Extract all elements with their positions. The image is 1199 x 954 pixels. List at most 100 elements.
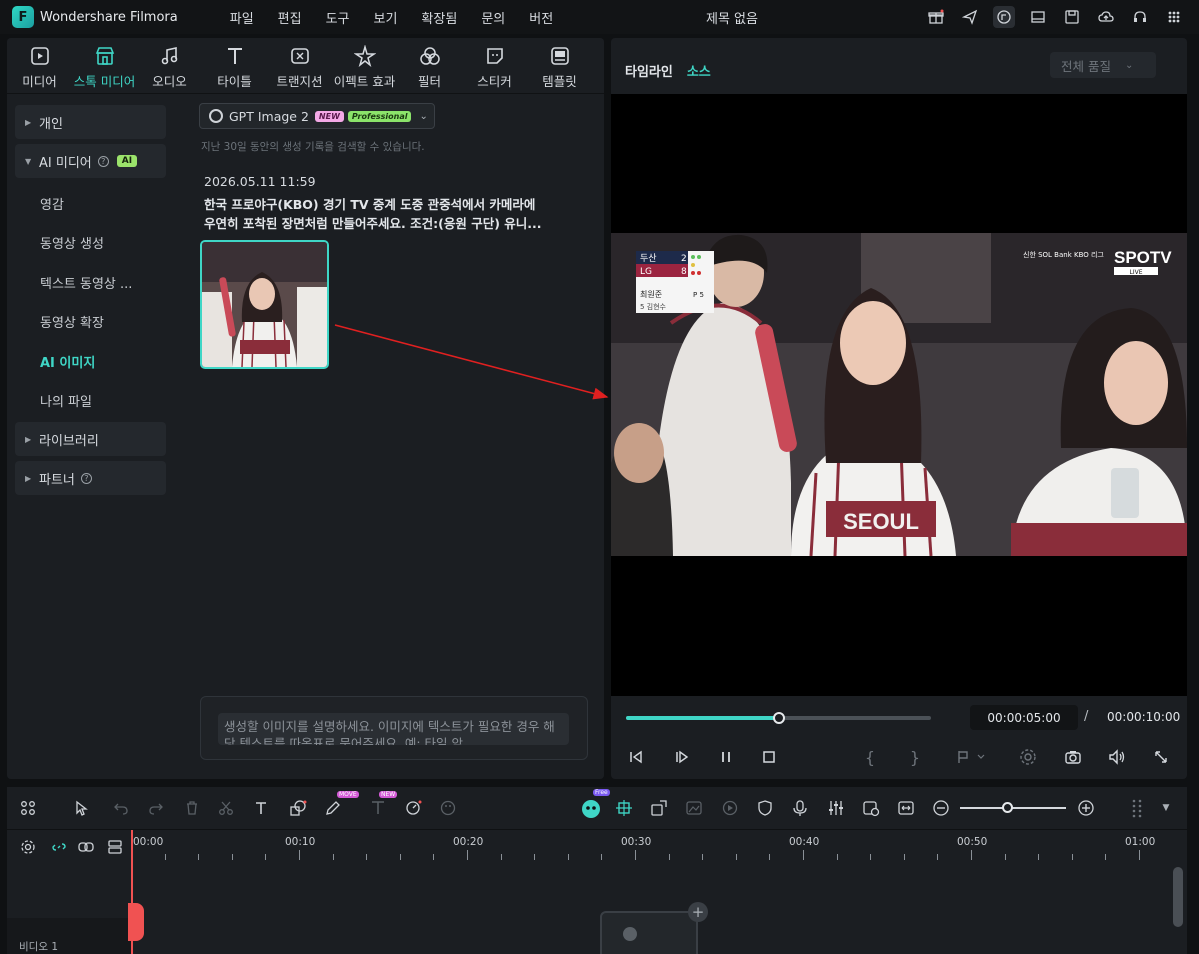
- broadcaster-logo: SPOTV: [1114, 248, 1172, 267]
- ruler-tick-mark: [971, 850, 972, 860]
- group-link-icon[interactable]: [75, 836, 97, 858]
- ruler-tick-mark: [803, 850, 804, 860]
- score-value1: 2: [681, 254, 687, 264]
- undo-icon[interactable]: [110, 797, 132, 819]
- preview-tabs: 타임라인 소스: [625, 61, 711, 80]
- ruler-tick-mark: [836, 854, 838, 860]
- ruler-tick-label: 00:20: [453, 836, 484, 848]
- video-viewer[interactable]: SEOUL 두산 2 LG 8 최원준 P 5 5 김현수 신한 SOL Ban…: [611, 94, 1187, 696]
- ruler-tick-mark: [366, 854, 368, 860]
- ai-speed-icon[interactable]: [402, 797, 424, 819]
- microphone-icon[interactable]: [789, 797, 811, 819]
- shield-mask-icon[interactable]: [754, 797, 776, 819]
- quality-label: 전체 품질: [1061, 58, 1111, 74]
- score-value2: 8: [681, 267, 687, 277]
- zoom-out-icon[interactable]: [930, 797, 952, 819]
- drop-media-icon: [623, 927, 637, 941]
- stop-button[interactable]: [757, 745, 781, 769]
- mark-in-button[interactable]: {: [858, 745, 882, 769]
- fit-width-icon[interactable]: [895, 797, 917, 819]
- add-media-plus-icon[interactable]: +: [688, 902, 708, 922]
- media-drop-target[interactable]: [600, 911, 698, 954]
- zoom-slider[interactable]: [960, 807, 1066, 809]
- quality-dropdown[interactable]: 전체 품질 ⌄: [1050, 52, 1156, 78]
- ruler-tick-mark: [567, 854, 569, 860]
- ai-voice-icon[interactable]: [860, 797, 882, 819]
- ruler-tick-mark: [870, 854, 872, 860]
- jersey-text: SEOUL: [843, 509, 919, 534]
- ruler-tick-label: 00:10: [285, 836, 316, 848]
- audio-mixer-icon[interactable]: [825, 797, 847, 819]
- ruler-tick-mark: [265, 854, 267, 860]
- track-manager-icon[interactable]: [104, 836, 126, 858]
- zoom-slider-handle[interactable]: [1002, 802, 1013, 813]
- playhead-handle[interactable]: [128, 903, 144, 941]
- speed-ramp-icon[interactable]: [719, 797, 741, 819]
- layout-grid-icon[interactable]: [17, 797, 39, 819]
- timeline-vertical-scrollbar[interactable]: [1173, 867, 1183, 927]
- ruler-tick-mark: [299, 850, 300, 860]
- league-logo: 신한 SOL Bank KBO 리그: [1023, 250, 1104, 259]
- pen-draw-icon[interactable]: MOVE: [322, 791, 359, 819]
- ruler-tick-mark: [903, 854, 905, 860]
- text-tool-icon[interactable]: [251, 797, 273, 819]
- playback-scrubber[interactable]: [626, 712, 931, 724]
- link-icon[interactable]: [48, 836, 70, 858]
- ruler-tick-mark: [937, 854, 939, 860]
- ruler-tick-mark: [1071, 854, 1073, 860]
- toolbar-more-chevron-icon[interactable]: ▼: [1155, 797, 1177, 819]
- scrubber-handle[interactable]: [772, 712, 785, 724]
- image-edit-icon[interactable]: [683, 797, 705, 819]
- volume-icon[interactable]: [1105, 745, 1129, 769]
- ruler-tick-mark: [231, 854, 233, 860]
- tab-timeline[interactable]: 타임라인: [625, 61, 673, 80]
- ruler-tick-mark: [500, 854, 502, 860]
- ruler-tick-mark: [769, 854, 771, 860]
- timeline-settings-gear-icon[interactable]: [17, 836, 39, 858]
- render-settings-icon[interactable]: [1016, 745, 1040, 769]
- total-time: 00:00:10:00: [1107, 710, 1181, 724]
- timeline-toolbar: MOVE NEW Free ▼: [7, 787, 1187, 829]
- ruler-tick-mark: [399, 854, 401, 860]
- marker-dropdown-button[interactable]: [949, 745, 993, 769]
- free-badge: Free: [593, 789, 610, 796]
- cut-scissors-icon[interactable]: [215, 797, 237, 819]
- ruler-tick-mark: [433, 854, 435, 860]
- delete-trash-icon[interactable]: [181, 797, 203, 819]
- broadcaster-live: LIVE: [1129, 269, 1142, 276]
- next-frame-button[interactable]: [670, 745, 694, 769]
- ruler-tick-mark: [668, 854, 670, 860]
- track-header-area: 비디오 1: [7, 830, 131, 954]
- fullscreen-icon[interactable]: [1149, 745, 1173, 769]
- move-badge: MOVE: [337, 791, 359, 798]
- pause-button[interactable]: [714, 745, 738, 769]
- timeline-area: 비디오 1 00:00 00:10 00:20 00:30 00:40 00:50 01:0…: [7, 830, 1187, 954]
- ruler-tick-mark: [1105, 854, 1107, 860]
- ai-copilot-icon[interactable]: Free: [579, 789, 610, 819]
- color-palette-icon[interactable]: [437, 797, 459, 819]
- mark-out-button[interactable]: }: [903, 745, 927, 769]
- timeline-ruler[interactable]: 00:00 00:10 00:20 00:30 00:40 00:50 01:00: [131, 830, 1187, 866]
- ruler-tick-mark: [198, 854, 200, 860]
- scrubber-progress: [626, 716, 779, 720]
- ruler-tick-mark: [635, 850, 636, 860]
- shapes-icon[interactable]: [287, 797, 309, 819]
- previous-frame-button[interactable]: [624, 745, 648, 769]
- zoom-in-icon[interactable]: [1075, 797, 1097, 819]
- select-cursor-icon[interactable]: [71, 797, 93, 819]
- ruler-tick-label: 00:30: [621, 836, 652, 848]
- ruler-tick-mark: [1139, 850, 1140, 860]
- ruler-tick-mark: [735, 854, 737, 860]
- score-team1: 두산: [640, 253, 657, 264]
- ruler-tick-label: 00:50: [957, 836, 988, 848]
- ruler-tick-mark: [702, 854, 704, 860]
- grip-icon[interactable]: [1127, 797, 1149, 819]
- redo-icon[interactable]: [145, 797, 167, 819]
- tab-source[interactable]: 소스: [687, 61, 711, 80]
- ai-frame-icon[interactable]: NEW: [367, 791, 398, 819]
- current-time: 00:00:05:00: [970, 705, 1078, 730]
- smart-cut-icon[interactable]: [613, 797, 635, 819]
- detach-icon[interactable]: [648, 797, 670, 819]
- snapshot-camera-icon[interactable]: [1061, 745, 1085, 769]
- ruler-tick-mark: [467, 850, 468, 860]
